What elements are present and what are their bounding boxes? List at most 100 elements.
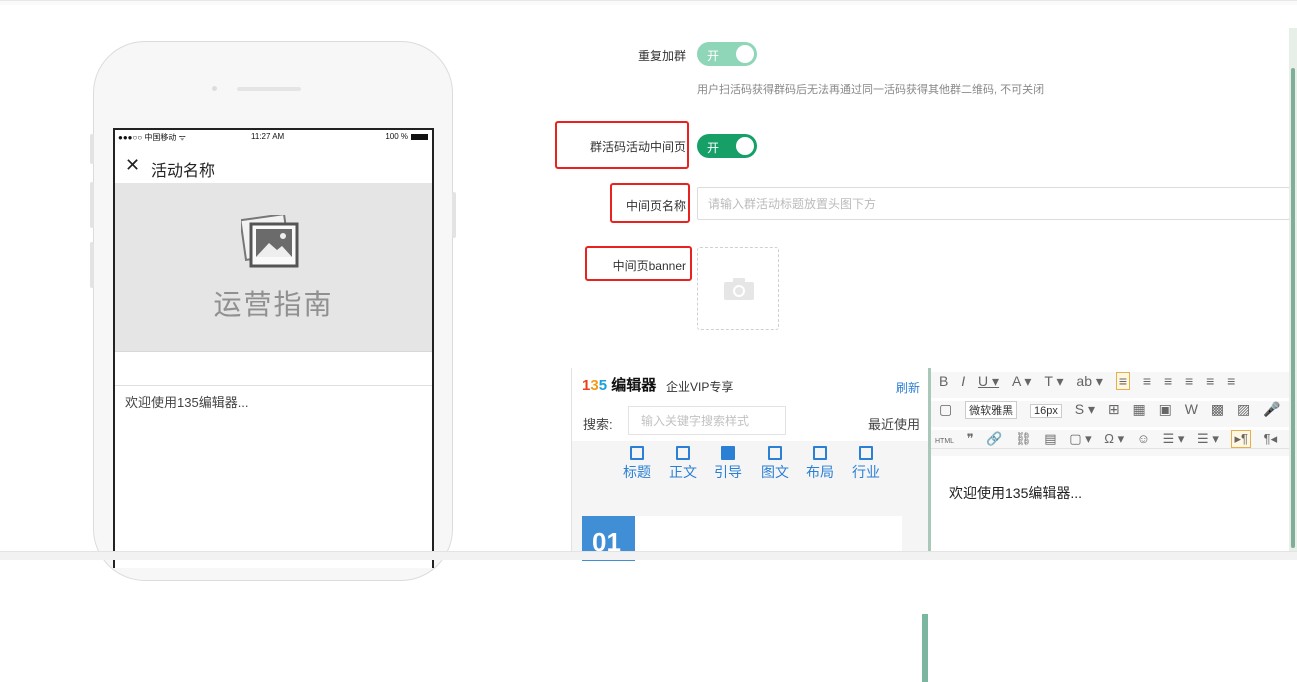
industry-icon [859,446,873,460]
phone-side-button [90,182,94,228]
logo-name: 编辑器 [611,377,657,394]
table-icon[interactable]: ⊞ [1108,401,1120,418]
vip-label: 企业VIP专享 [666,380,734,394]
screenshot-icon[interactable]: ▨ [1237,401,1250,418]
unlink-icon[interactable]: ⛓ [1015,431,1032,447]
middle-name-input[interactable] [706,188,1270,219]
align-justify-button[interactable]: ≡ [1185,373,1193,389]
phone-screen: ●●●○○ 中国移动 ᯤ 11:27 AM 100 % ✕ 活动名称 运营指南 … [113,128,434,568]
emoji-icon[interactable]: ☺ [1137,431,1150,446]
style-list-scrollbar[interactable] [922,614,928,682]
link-icon[interactable]: 🔗 [986,431,1002,447]
toggle-knob [736,137,754,155]
scrollbar-thumb[interactable] [1291,68,1295,548]
tab-image-text[interactable]: 图文 [755,446,795,482]
editor-toolbar-row-1: B I U ▾ A ▾ T ▾ ab ▾ ≡ ≡ ≡ ≡ ≡ ≡ [931,372,1297,398]
divider [931,448,1297,449]
page-scrollbar[interactable] [1289,28,1297,558]
tab-industry[interactable]: 行业 [846,446,886,482]
recent-used-link[interactable]: 最近使用 [868,414,920,433]
style-category-tabs: 标题 正文 引导 图文 布局 行业 [572,441,928,491]
text-format-button[interactable]: T ▾ [1044,373,1063,390]
toggle-knob [736,45,754,63]
box-icon[interactable]: ▢ ▾ [1069,431,1091,447]
phone-speaker [237,87,301,91]
html-button[interactable]: HTML [935,438,954,445]
image-icon[interactable]: ▦ [1133,401,1146,418]
tab-title[interactable]: 标题 [617,446,657,482]
image-placeholder-icon [241,215,299,268]
font-family-select[interactable]: 微软雅黑 [965,401,1018,419]
phone-welcome-text: 欢迎使用135编辑器... [125,395,249,410]
logo-digit: 3 [590,377,599,394]
middle-page-toggle[interactable]: 开 [697,134,757,158]
gallery-icon[interactable]: ▣ [1159,401,1172,418]
tab-label: 行业 [852,464,880,480]
document-icon[interactable]: ▢ [939,401,952,418]
outdent-button[interactable]: ≡ [1227,373,1235,389]
repeat-join-label: 重复加群 [637,49,686,63]
ordered-list-icon[interactable]: ☰ ▾ [1163,431,1185,447]
image-text-icon [768,446,782,460]
search-label: 搜索: [583,417,613,432]
bold-button[interactable]: B [939,373,948,389]
underline-button[interactable]: U ▾ [978,373,999,390]
picture-icon[interactable]: ▩ [1211,401,1224,418]
banner-placeholder: 运营指南 [115,183,432,352]
tab-body[interactable]: 正文 [663,446,703,482]
editor-main-panel: B I U ▾ A ▾ T ▾ ab ▾ ≡ ≡ ≡ ≡ ≡ ≡ ▢ 微软雅黑 … [928,368,1297,559]
italic-button[interactable]: I [961,373,965,389]
style-search-field[interactable] [628,406,786,435]
strikethrough-button[interactable]: S ▾ [1075,401,1095,418]
status-time: 11:27 AM [251,132,285,141]
status-carrier: ●●●○○ 中国移动 ᯤ [118,133,186,142]
toggle-text: 开 [707,49,720,63]
refresh-link[interactable]: 刷新 [896,379,920,396]
close-icon[interactable]: ✕ [125,155,140,176]
banner-upload-box[interactable] [697,247,779,330]
toggle-text: 开 [707,141,720,155]
word-import-icon[interactable]: W [1185,401,1198,417]
divider [115,385,432,386]
middle-name-field[interactable] [697,187,1290,220]
align-right-button[interactable]: ≡ [1164,373,1172,389]
editor-logo: 135 编辑器 [582,374,656,395]
card-icon[interactable]: ▤ [1044,431,1056,447]
editor-content[interactable]: 欢迎使用135编辑器... [949,483,1082,503]
unordered-list-icon[interactable]: ☰ ▾ [1197,431,1219,447]
align-center-button[interactable]: ≡ [1143,373,1151,389]
style-search-input[interactable] [639,407,783,434]
microphone-icon[interactable]: 🎤 [1263,401,1280,418]
tab-guide[interactable]: 引导 [708,446,748,482]
middle-name-label: 中间页名称 [625,199,686,213]
align-left-button[interactable]: ≡ [1115,372,1130,390]
banner-logo-text: 运营指南 [213,289,334,320]
tab-label: 布局 [806,464,834,480]
middle-page-label: 群活码活动中间页 [589,140,686,154]
font-color-button[interactable]: A ▾ [1012,373,1031,390]
highlight-button[interactable]: ab ▾ [1076,373,1103,390]
battery-icon [411,133,428,140]
status-battery: 100 % [385,132,428,141]
guide-icon [721,446,735,460]
editor-toolbar-row-2: ▢ 微软雅黑 16px S ▾ ⊞ ▦ ▣ W ▩ ▨ 🎤 [931,401,1297,427]
tab-label: 标题 [623,464,651,480]
phone-status-bar: ●●●○○ 中国移动 ᯤ 11:27 AM 100 % [115,130,432,144]
editor-toolbar-row-3: HTML ❞ 🔗 ⛓ ▤ ▢ ▾ Ω ▾ ☺ ☰ ▾ ☰ ▾ ▸¶ ¶◂ [931,430,1297,456]
repeat-join-toggle[interactable]: 开 [697,42,757,66]
tab-label: 正文 [669,464,697,480]
phone-side-button [452,192,456,238]
repeat-join-helper: 用户扫活码获得群码后无法再通过同一活码获得其他群二维码, 不可关闭 [697,84,1045,96]
tab-label: 图文 [761,464,789,480]
ltr-icon[interactable]: ▸¶ [1231,430,1251,448]
rtl-icon[interactable]: ¶◂ [1264,431,1278,447]
indent-button[interactable]: ≡ [1206,373,1214,389]
quote-icon[interactable]: ❞ [967,431,974,447]
special-char-icon[interactable]: Ω ▾ [1104,431,1124,447]
font-size-select[interactable]: 16px [1030,404,1062,418]
tab-label: 引导 [714,464,742,480]
tab-layout[interactable]: 布局 [800,446,840,482]
battery-percent: 100 % [385,132,408,141]
layout-icon [813,446,827,460]
logo-digit: 5 [598,377,608,394]
